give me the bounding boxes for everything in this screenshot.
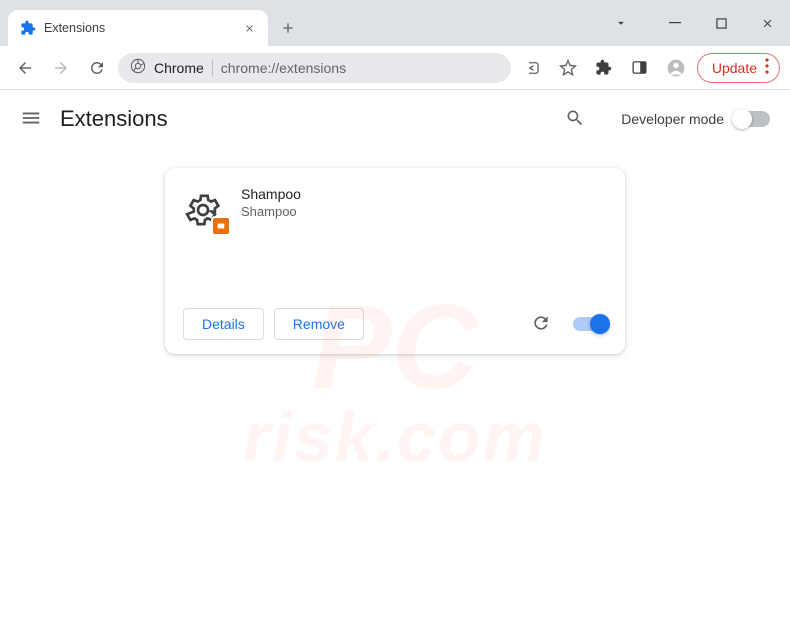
tab-title: Extensions (44, 21, 234, 35)
omnibox-url: chrome://extensions (221, 60, 346, 76)
update-button[interactable]: Update (697, 53, 780, 83)
minimize-button[interactable] (652, 4, 698, 42)
search-icon[interactable] (565, 108, 587, 130)
profile-avatar-icon[interactable] (661, 53, 691, 83)
bookmark-star-icon[interactable] (553, 53, 583, 83)
extensions-page: PC risk.com Extensions Developer mode (0, 90, 790, 627)
browser-tab[interactable]: Extensions (8, 10, 268, 46)
new-tab-button[interactable] (274, 14, 302, 42)
window-titlebar: Extensions (0, 0, 790, 46)
remove-button[interactable]: Remove (274, 308, 364, 340)
page-appbar: Extensions Developer mode (0, 90, 790, 148)
tab-search-button[interactable] (598, 4, 644, 42)
extension-badge-icon (211, 216, 231, 236)
omnibox-separator (212, 60, 213, 76)
extension-puzzle-icon (20, 20, 36, 36)
browser-toolbar: Chrome chrome://extensions Update (0, 46, 790, 90)
share-icon[interactable] (517, 53, 547, 83)
sidepanel-icon[interactable] (625, 53, 655, 83)
back-button[interactable] (10, 53, 40, 83)
extensions-puzzle-icon[interactable] (589, 53, 619, 83)
close-window-button[interactable] (744, 4, 790, 42)
developer-mode-label: Developer mode (621, 111, 724, 127)
extension-name: Shampoo (241, 186, 301, 202)
main-menu-icon[interactable] (20, 107, 44, 131)
page-title: Extensions (60, 106, 549, 132)
reload-extension-icon[interactable] (531, 313, 553, 335)
developer-mode-row: Developer mode (621, 111, 770, 127)
menu-dots-icon (765, 58, 769, 77)
extension-gear-icon (183, 190, 223, 230)
forward-button[interactable] (46, 53, 76, 83)
maximize-button[interactable] (698, 4, 744, 42)
details-button[interactable]: Details (183, 308, 264, 340)
update-label: Update (712, 60, 757, 76)
address-bar[interactable]: Chrome chrome://extensions (118, 53, 511, 83)
extension-card: Shampoo Shampoo Details Remove (165, 168, 625, 354)
chrome-icon (130, 58, 146, 77)
omnibox-scheme: Chrome (154, 60, 204, 76)
reload-button[interactable] (82, 53, 112, 83)
developer-mode-toggle[interactable] (734, 111, 770, 127)
window-controls (598, 0, 790, 46)
extension-description: Shampoo (241, 204, 301, 219)
close-tab-icon[interactable] (242, 21, 256, 35)
extension-enable-toggle[interactable] (573, 317, 607, 331)
